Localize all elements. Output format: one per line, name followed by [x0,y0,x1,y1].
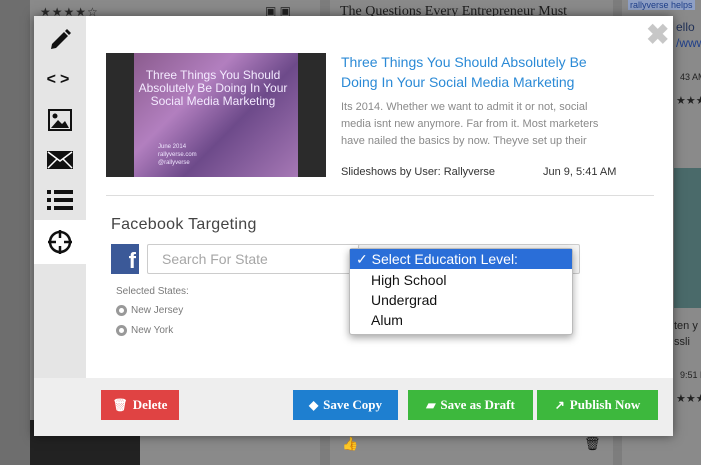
thumbnail-site: rallyverse.com [158,152,197,158]
delete-button-label: Delete [132,397,168,412]
folder-icon: ▰ [426,397,436,412]
background-timestamp: 43 AM [680,72,701,82]
remove-state-icon[interactable] [116,325,127,336]
envelope-icon [47,151,73,169]
publish-label: Publish Now [569,397,641,412]
state-search-input[interactable] [147,244,367,274]
article-excerpt: Its 2014. Whether we want to admit it or… [341,101,599,147]
divider [106,195,654,196]
state-name: New York [131,325,174,336]
background-timestamp: 9:51 P [680,370,701,380]
editor-sidebar: <> [34,16,86,378]
article-title-link[interactable]: Three Things You Should Absolutely Be Do… [341,52,601,92]
article-date: Jun 9, 5:41 AM [543,166,617,178]
thumbs-up-icon: 👍 [342,436,359,451]
save-draft-label: Save as Draft [440,397,515,412]
crosshair-icon [48,230,72,254]
sidebar-item-edit[interactable] [34,20,86,60]
list-icon [47,190,73,210]
save-copy-label: Save Copy [323,397,383,412]
sidebar-item-email[interactable] [34,140,86,180]
post-editor-modal: <> ✖ Three Things You Should Absolutely … [34,16,673,436]
trash-icon: 🗑 [584,436,601,451]
education-option-high-school[interactable]: High School [350,270,572,290]
image-icon [48,109,72,131]
option-label: Select Education Level: [371,251,518,267]
facebook-logo-icon: f [111,244,139,274]
share-icon: ↗ [554,397,565,412]
pencil-icon [51,29,71,49]
background-hello-text: ello [676,20,695,34]
background-rating-stars: ★★★ [676,393,701,405]
sidebar-item-list[interactable] [34,180,86,220]
close-icon[interactable]: ✖ [646,21,669,49]
sidebar-item-targeting[interactable] [34,220,86,264]
save-draft-button[interactable]: ▰ Save as Draft [408,390,533,420]
state-name: New Jersey [131,305,184,316]
trash-icon: 🗑 [112,397,128,412]
facebook-targeting-heading: Facebook Targeting [111,216,257,233]
background-url-text: /www [676,36,701,50]
sidebar-item-embed[interactable]: <> [34,60,86,100]
background-snippet: ten y [674,320,698,332]
selected-state-item[interactable]: New York [116,325,173,336]
selected-states-label: Selected States: [116,286,189,297]
education-option-alum[interactable]: Alum [350,310,572,330]
delete-button[interactable]: 🗑 Delete [101,390,179,420]
education-option-undergrad[interactable]: Undergrad [350,290,572,310]
tag-icon: ◆ [308,397,319,412]
education-level-dropdown: ✓ Select Education Level: High School Un… [349,248,573,335]
background-photo [674,168,701,308]
checkmark-icon: ✓ [356,251,368,267]
thumbnail-title: Three Things You Should Absolutely Be Do… [138,68,288,108]
thumbnail-handle: @rallyverse [158,160,190,166]
remove-state-icon[interactable] [116,305,127,316]
thumbnail-credits: June 2014 rallyverse.com @rallyverse [158,143,197,167]
page-background-left [0,0,30,465]
background-snippet: ssli [674,336,690,348]
thumbnail-date: June 2014 [158,144,187,150]
education-option-placeholder[interactable]: ✓ Select Education Level: [350,249,572,269]
publish-now-button[interactable]: ↗ Publish Now [537,390,658,420]
background-helps-text: rallyverse helps [628,0,695,10]
article-byline: Slideshows by User: Rallyverse [341,166,496,178]
code-icon: <> [46,71,74,88]
article-thumbnail: Three Things You Should Absolutely Be Do… [106,53,326,177]
selected-state-item[interactable]: New Jersey [116,305,183,316]
background-rating-stars: ★★★ [676,95,701,107]
sidebar-item-image[interactable] [34,100,86,140]
save-copy-button[interactable]: ◆ Save Copy [293,390,398,420]
